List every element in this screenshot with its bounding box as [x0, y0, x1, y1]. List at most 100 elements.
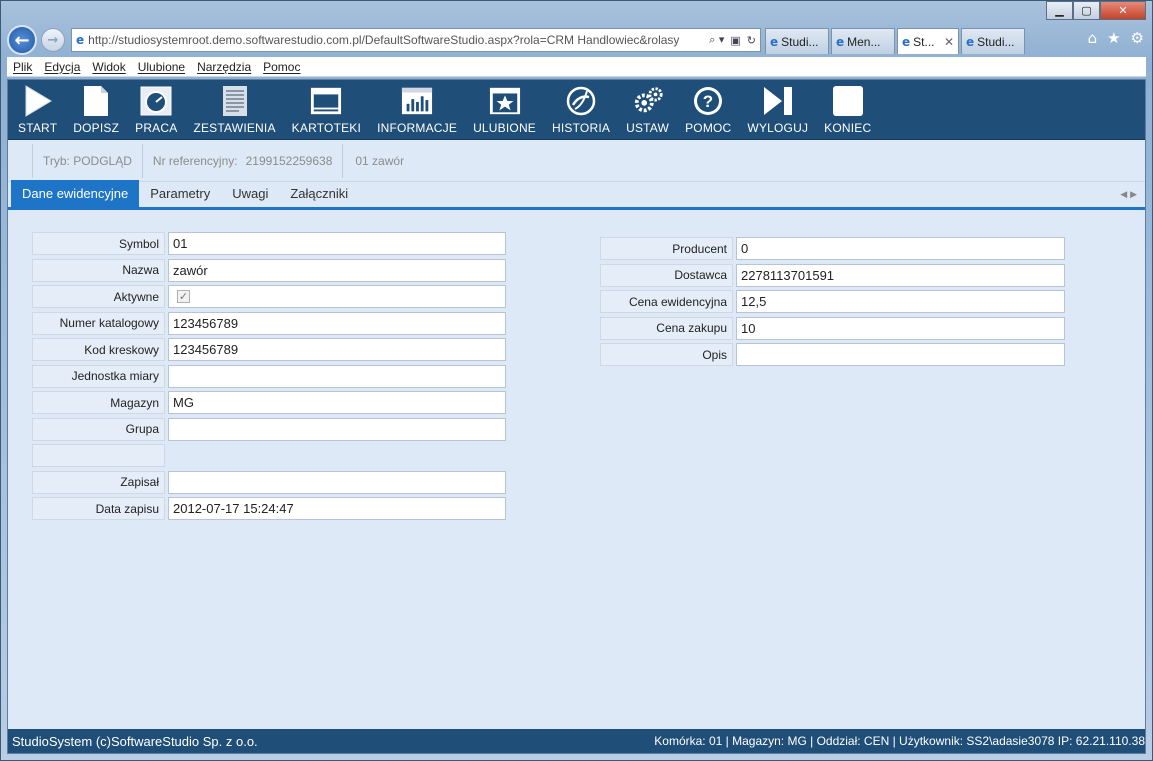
field-label: Grupa [32, 417, 165, 441]
toolbar-button-ustaw[interactable]: USTAW [626, 85, 669, 135]
tab-uwagi[interactable]: Uwagi [221, 180, 279, 207]
session-info: Komórka: 01 | Magazyn: MG | Oddział: CEN… [654, 734, 1145, 748]
record-info-bar: Tryb: PODGLĄD Nr referencyjny: 219915225… [8, 140, 1145, 182]
aktywne-checkbox-field[interactable]: ✓ [168, 285, 506, 308]
menu-item[interactable]: Ulubione [138, 60, 185, 74]
browser-tab[interactable]: e Studi... [765, 28, 829, 54]
back-button[interactable]: ← [7, 25, 37, 55]
field-label: Nazwa [32, 258, 165, 282]
toolbar-button-ulubione[interactable]: ULUBIONE [473, 85, 536, 135]
right-fields: Producent 0 Dostawca 2278113701591 Cena ewid… [600, 237, 1065, 370]
maximize-button[interactable]: ▢ [1073, 1, 1100, 20]
close-window-button[interactable]: ✕ [1100, 1, 1146, 20]
favorites-star-icon[interactable]: ★ [1107, 29, 1120, 47]
field-label: Cena zakupu [600, 316, 733, 340]
field-label [32, 444, 165, 467]
tab-załączniki[interactable]: Załączniki [279, 180, 359, 207]
field-value[interactable]: 12,5 [736, 290, 1065, 313]
monitor-icon [310, 85, 342, 117]
field-value[interactable]: 123456789 [168, 311, 506, 335]
gears-icon [632, 85, 664, 117]
toolbar-button-start[interactable]: START [18, 85, 57, 135]
compat-icon[interactable]: ▣ [730, 34, 740, 47]
toolbar-button-zestawienia[interactable]: ZESTAWIENIA [193, 85, 275, 135]
search-icon[interactable]: ⌕ ▾ [709, 33, 724, 47]
form-row: Kod kreskowy 123456789 [32, 338, 506, 361]
field-value[interactable]: 2012-07-17 15:24:47 [168, 497, 506, 520]
browser-tab[interactable]: e Studi... [961, 28, 1025, 54]
field-value[interactable]: 10 [736, 316, 1065, 340]
field-label: Kod kreskowy [32, 338, 165, 361]
menu-item[interactable]: Plik [13, 60, 32, 74]
browser-tab[interactable]: e Men... [831, 28, 895, 54]
status-bar: StudioSystem (c)SoftwareStudio Sp. z o.o… [8, 729, 1145, 753]
browser-window: ▁ ▢ ✕ ← → e http://studiosystemroot.demo… [0, 0, 1153, 761]
tab-parametry[interactable]: Parametry [139, 180, 221, 207]
form-row: Symbol 01 [32, 232, 506, 255]
address-url[interactable]: http://studiosystemroot.demo.softwarestu… [88, 33, 703, 47]
toolbar-button-label: USTAW [626, 121, 670, 135]
form-row: Nazwa zawór [32, 258, 506, 282]
menu-item[interactable]: Widok [92, 60, 125, 74]
toolbar-button-historia[interactable]: HISTORIA [552, 85, 610, 135]
form-row: Data zapisu 2012-07-17 15:24:47 [32, 497, 506, 520]
form-row: Magazyn MG [32, 391, 506, 414]
ref-label: Nr referencyjny: [152, 153, 238, 168]
close-tab-icon[interactable]: ✕ [944, 35, 954, 49]
address-bar[interactable]: e http://studiosystemroot.demo.softwares… [71, 28, 761, 52]
ie-tab-icon: e [770, 34, 779, 49]
menu-item[interactable]: Narzędzia [197, 60, 251, 74]
form-tabs: Dane ewidencyjne Parametry Uwagi Załączniki… [8, 180, 1145, 210]
home-icon[interactable]: ⌂ [1088, 29, 1098, 47]
ie-tab-icon: e [836, 34, 845, 49]
field-value[interactable]: MG [168, 391, 506, 414]
toolbar-button-label: KONIEC [824, 121, 872, 135]
form-row: Zapisał [32, 470, 506, 494]
browser-tabs: e Studi... e Men... e St... ✕ e Studi... [765, 26, 1027, 54]
application: START DOPISZ PRACA ZESTAWIENIA KARTOTEKI INFO… [7, 79, 1146, 754]
left-fields: Symbol 01 Nazwa zawór Aktywne ✓ Numer katalogo… [32, 232, 506, 524]
play-icon [22, 85, 54, 117]
field-label: Producent [600, 237, 733, 260]
refresh-icon[interactable]: ↻ [747, 34, 756, 47]
tab-scroll-arrows[interactable]: ◀ ▶ [1120, 190, 1137, 200]
divider [342, 143, 344, 178]
field-label: Dostawca [600, 263, 733, 287]
browser-tab[interactable]: e St... ✕ [897, 28, 959, 54]
toolbar-button-label: WYLOGUJ [747, 121, 809, 135]
field-label: Cena ewidencyjna [600, 290, 733, 313]
ie-tab-icon: e [902, 34, 911, 49]
toolbar-button-kartoteki[interactable]: KARTOTEKI [292, 85, 361, 135]
forward-button[interactable]: → [41, 28, 65, 52]
field-value[interactable]: zawór [168, 258, 506, 282]
toolbar-button-pomoc[interactable]: ? POMOC [685, 85, 731, 135]
menu-item[interactable]: Pomoc [263, 60, 300, 74]
help-icon: ? [692, 85, 724, 117]
field-label: Zapisał [32, 470, 165, 494]
toolbar-button-praca[interactable]: PRACA [135, 85, 177, 135]
minimize-button[interactable]: ▁ [1046, 1, 1073, 20]
svg-text:?: ? [703, 92, 713, 111]
tab-dane-ewidencyjne[interactable]: Dane ewidencyjne [11, 180, 140, 207]
toolbar-button-dopisz[interactable]: DOPISZ [73, 85, 119, 135]
menu-item[interactable]: Edycja [44, 60, 80, 74]
main-toolbar: START DOPISZ PRACA ZESTAWIENIA KARTOTEKI INFO… [8, 80, 1145, 140]
toolbar-button-wyloguj[interactable]: WYLOGUJ [747, 85, 808, 135]
field-value[interactable] [168, 364, 506, 388]
field-label: Data zapisu [32, 497, 165, 520]
field-value[interactable]: 123456789 [168, 338, 506, 361]
browser-tab-label: St... [913, 34, 935, 49]
field-value[interactable] [736, 343, 1065, 366]
settings-gear-icon[interactable]: ⚙ [1131, 29, 1144, 47]
toolbar-button-koniec[interactable]: KONIEC [824, 85, 871, 135]
toolbar-button-informacje[interactable]: INFORMACJE [377, 85, 457, 135]
checkbox-checked-icon[interactable]: ✓ [177, 290, 190, 303]
field-value[interactable]: 0 [736, 237, 1065, 260]
field-value[interactable] [168, 417, 506, 441]
field-value[interactable]: 01 [168, 232, 506, 255]
field-value[interactable] [168, 470, 506, 494]
field-label: Aktywne [32, 285, 165, 308]
form-row: Cena zakupu 10 [600, 316, 1065, 340]
menu-bar: Plik Edycja Widok Ulubione Narzędzia Pomoc [7, 57, 1146, 77]
field-value[interactable]: 2278113701591 [736, 263, 1065, 287]
